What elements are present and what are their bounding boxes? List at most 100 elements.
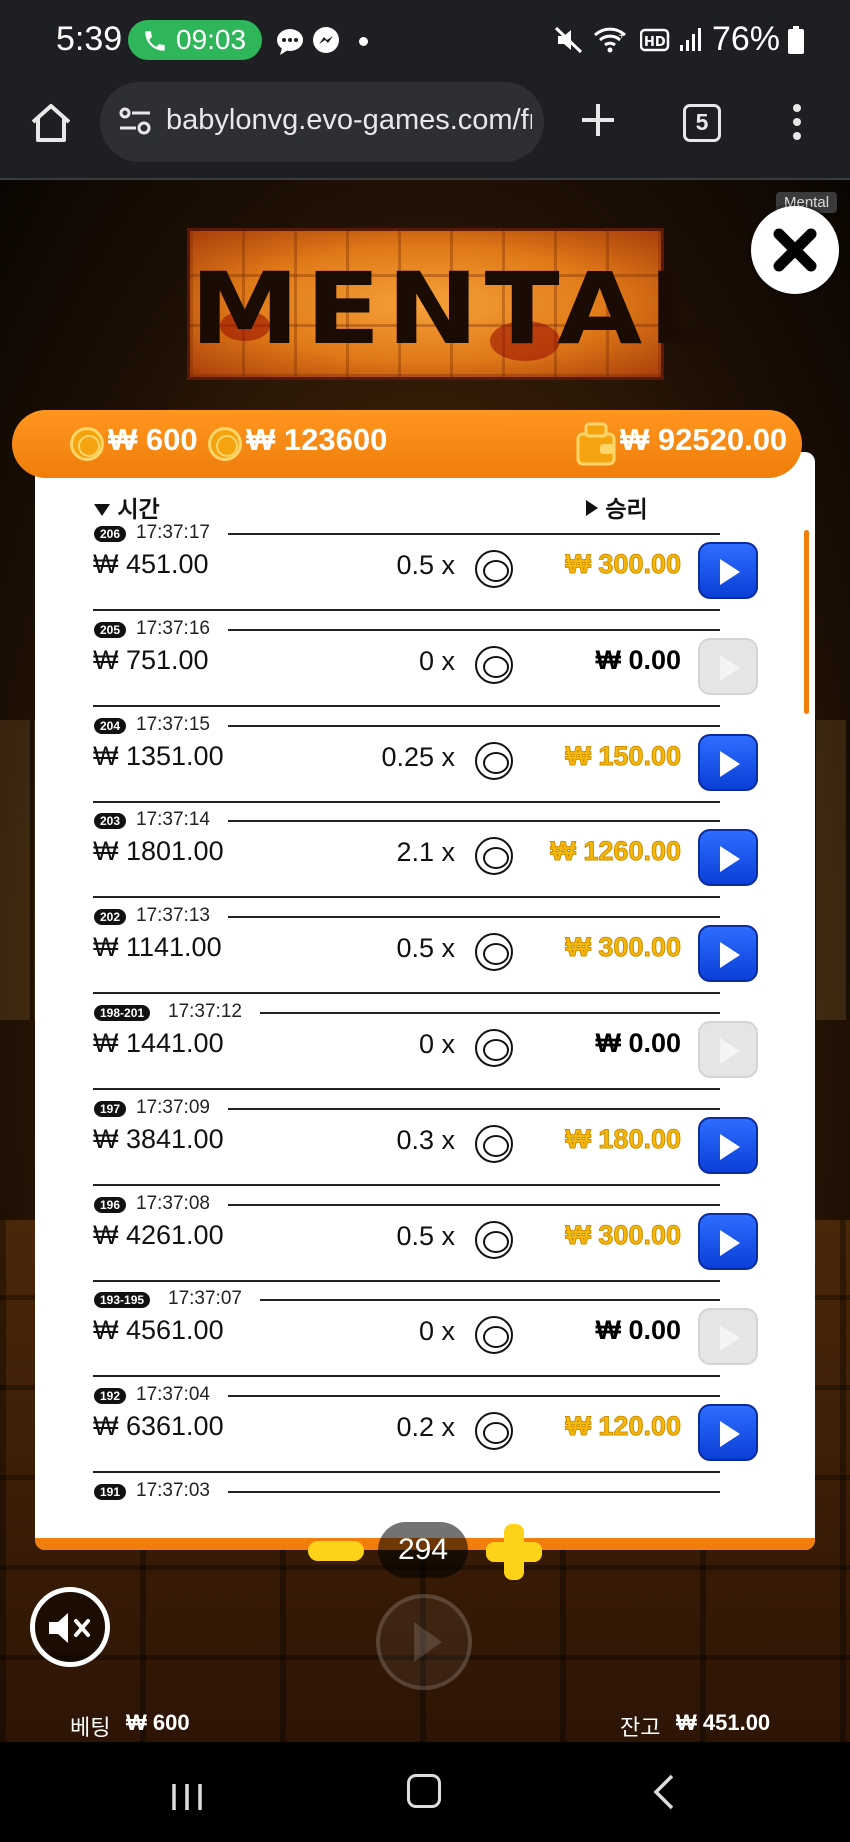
win-column-header[interactable]: 승리	[585, 490, 648, 524]
play-icon	[720, 559, 740, 585]
row-divider	[260, 1299, 720, 1302]
coin-icon	[475, 550, 513, 588]
replay-button[interactable]	[698, 542, 758, 599]
home-nav-icon[interactable]	[407, 1774, 441, 1808]
row-separator	[93, 1088, 720, 1090]
play-icon	[720, 1038, 740, 1064]
site-settings-icon[interactable]	[118, 106, 152, 136]
footer-bet-label: 베팅	[70, 1715, 111, 1740]
sound-toggle-button[interactable]	[30, 1587, 110, 1667]
round-time: 17:37:08	[136, 1192, 210, 1214]
game-logo: MENTAL	[187, 228, 725, 380]
round-bet: ₩ 1801.00	[93, 836, 224, 867]
row-separator	[93, 1183, 720, 1186]
time-column-header[interactable]: 시간	[93, 490, 160, 524]
row-divider	[228, 1107, 720, 1110]
play-icon	[414, 1622, 442, 1662]
history-header-bar: ₩ 600 ₩ 123600 ₩ 92520.00	[12, 410, 802, 478]
wifi-icon: +	[593, 27, 626, 52]
replay-button[interactable]	[698, 1212, 758, 1270]
round-time: 17:37:04	[136, 1384, 210, 1406]
address-bar[interactable]: babylonvg.evo-games.com/fro	[100, 82, 544, 162]
back-icon[interactable]	[652, 1774, 676, 1810]
row-separator	[93, 609, 720, 611]
round-id-badge: 198-201	[94, 1005, 151, 1021]
recent-apps-icon[interactable]	[170, 1780, 204, 1814]
svg-text:HD: HD	[644, 35, 666, 50]
round-id-badge: 206	[94, 526, 127, 542]
play-icon	[720, 1325, 740, 1352]
round-id-badge: 192	[94, 1388, 127, 1405]
round-id-badge: 204	[94, 717, 127, 734]
coin-icon	[475, 1220, 513, 1259]
coin-icon	[475, 645, 513, 684]
replay-button[interactable]	[698, 925, 758, 983]
round-time: 17:37:17	[136, 522, 210, 543]
replay-button[interactable]	[698, 829, 758, 887]
history-row: 197 17:37:09 ₩ 3841.00 0.3 x ₩ 180.00	[35, 1097, 815, 1193]
replay-button[interactable]	[698, 1404, 758, 1462]
scrollbar[interactable]	[804, 530, 809, 714]
round-id-badge: 202	[94, 909, 127, 926]
round-time: 17:37:14	[136, 809, 210, 831]
wallet-icon	[576, 422, 616, 466]
row-divider	[260, 1012, 720, 1014]
round-win: ₩ 300.00	[565, 932, 682, 963]
close-button[interactable]	[751, 206, 839, 294]
replay-button[interactable]	[698, 1021, 758, 1078]
coin-icon	[70, 427, 104, 461]
row-separator	[93, 1375, 720, 1378]
history-list[interactable]: 206 17:37:17 ₩ 451.00 0.5 x ₩ 300.00 205 17:37…	[35, 522, 815, 1500]
chat-icon	[277, 29, 303, 55]
row-divider	[228, 916, 720, 919]
sort-right-icon	[586, 500, 598, 516]
row-separator	[93, 704, 720, 707]
increase-button[interactable]	[486, 1524, 542, 1580]
history-row: 206 17:37:17 ₩ 451.00 0.5 x ₩ 300.00	[35, 522, 815, 618]
header-balance-value: ₩ 92520.00	[620, 422, 788, 457]
replay-button[interactable]	[698, 733, 758, 791]
round-time: 17:37:09	[136, 1096, 210, 1118]
more-menu-icon[interactable]	[790, 102, 804, 142]
row-divider	[228, 820, 720, 823]
round-win: ₩ 300.00	[565, 1219, 682, 1250]
play-icon	[720, 1133, 740, 1160]
history-row: 202 17:37:13 ₩ 1141.00 0.5 x ₩ 300.00	[35, 905, 815, 1001]
round-multiplier: 0 x	[418, 645, 455, 676]
header-bet-value: ₩ 600	[108, 422, 198, 457]
round-multiplier: 0.5 x	[396, 933, 455, 964]
call-timer: 09:03	[176, 24, 247, 55]
replay-button[interactable]	[698, 1116, 758, 1174]
sort-down-icon	[94, 504, 110, 516]
round-bet: ₩ 1141.00	[93, 932, 222, 963]
url-text[interactable]: babylonvg.evo-games.com/fro	[166, 104, 532, 137]
round-time: 17:37:15	[136, 713, 210, 735]
system-nav-bar	[0, 1742, 850, 1842]
header-max-win-value: ₩ 123600	[246, 422, 388, 457]
play-icon	[720, 654, 740, 681]
phone-icon	[145, 31, 165, 51]
call-chip[interactable]: 09:03	[128, 20, 262, 60]
new-tab-icon[interactable]	[580, 102, 616, 138]
home-icon[interactable]	[28, 100, 74, 146]
replay-button[interactable]	[698, 1308, 758, 1366]
row-divider	[228, 533, 720, 535]
history-row: 193-195 17:37:07 ₩ 4561.00 0 x ₩ 0.00	[35, 1288, 815, 1384]
round-win: ₩ 1260.00	[550, 836, 682, 867]
history-row: 203 17:37:14 ₩ 1801.00 2.1 x ₩ 1260.00	[35, 809, 815, 905]
logo-text: MENTAL	[190, 251, 725, 367]
round-multiplier: 0.2 x	[396, 1412, 455, 1443]
coin-icon	[475, 837, 513, 876]
round-bet: ₩ 751.00	[93, 644, 209, 675]
round-win: ₩ 150.00	[565, 740, 682, 771]
round-win: ₩ 0.00	[595, 1028, 681, 1058]
messenger-icon	[313, 27, 339, 53]
tab-switcher-button[interactable]: 5	[683, 104, 721, 142]
decrease-button[interactable]	[308, 1541, 364, 1561]
round-multiplier: 2.1 x	[396, 837, 455, 868]
spin-button[interactable]	[376, 1594, 472, 1690]
signal-icon	[679, 27, 701, 51]
replay-button[interactable]	[698, 637, 758, 695]
coin-icon	[475, 1316, 513, 1355]
round-bet: ₩ 1351.00	[93, 740, 224, 771]
